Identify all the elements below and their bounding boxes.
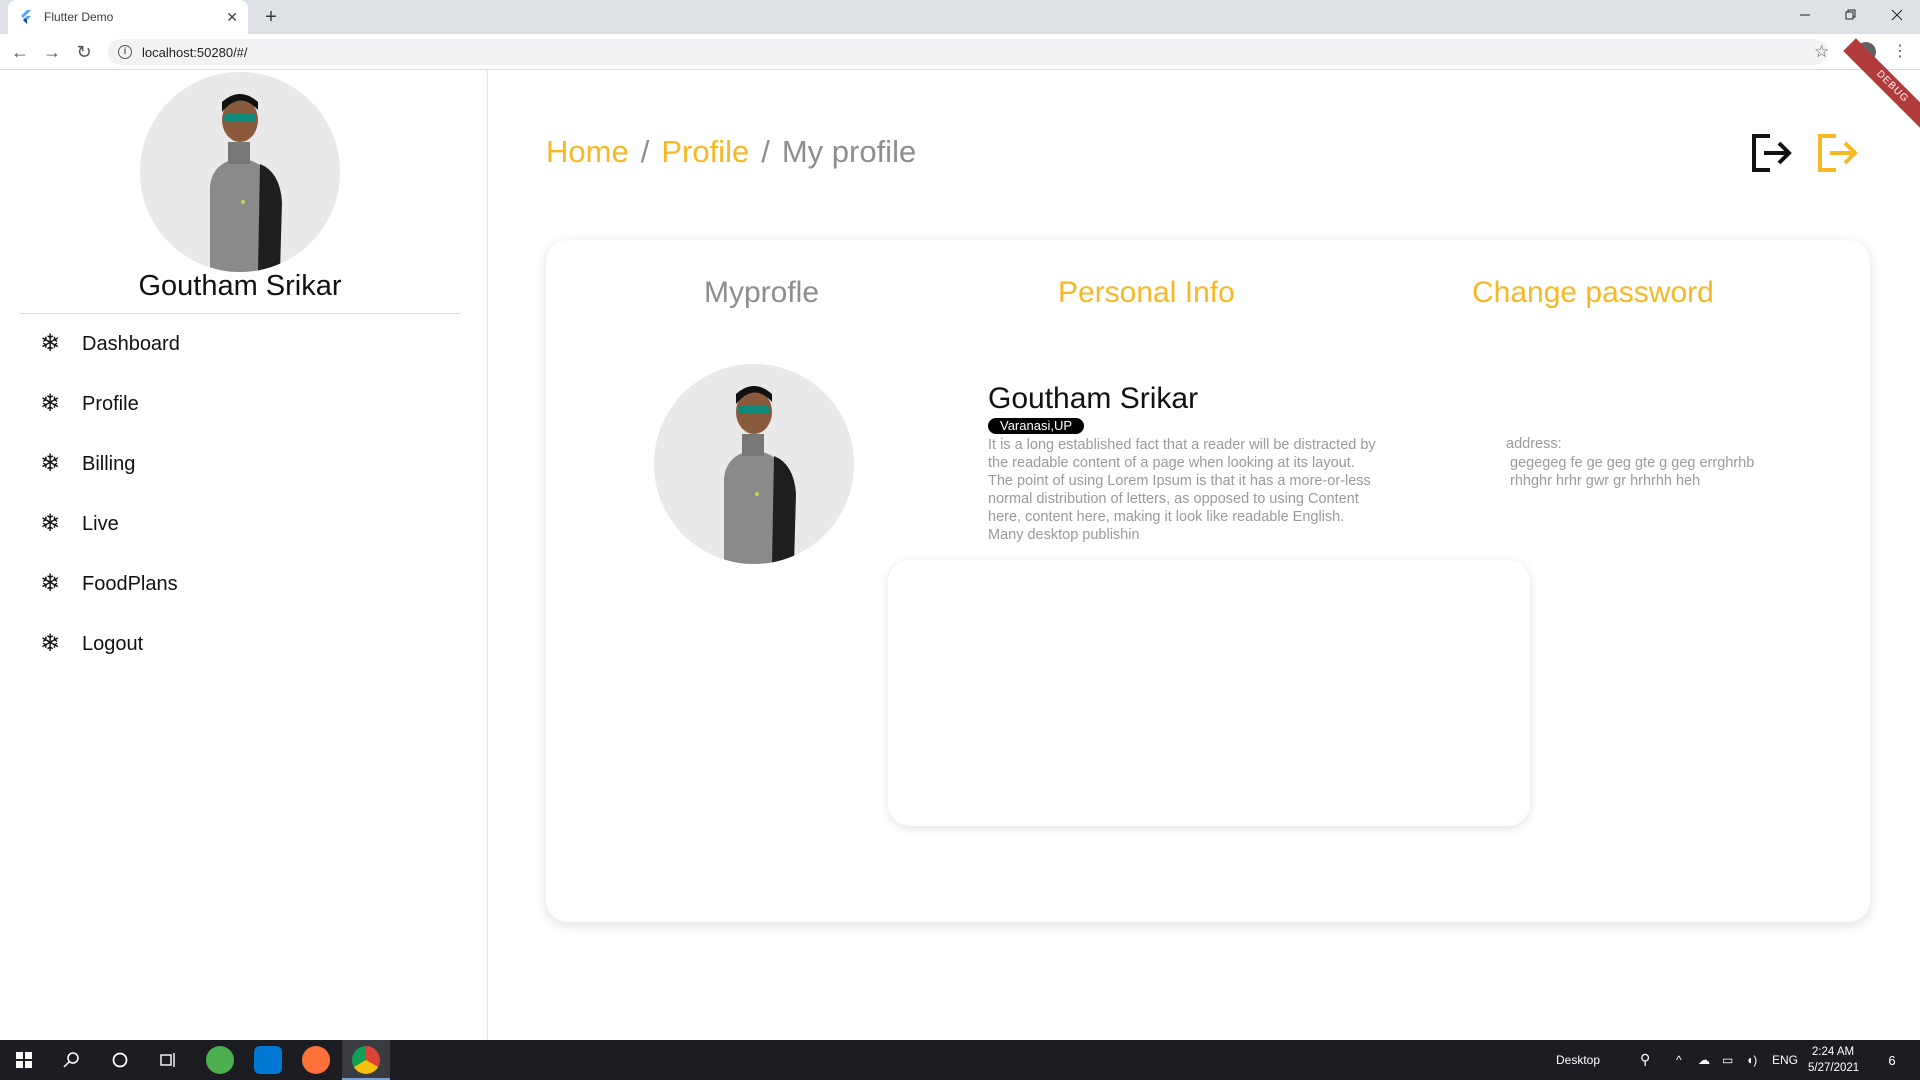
profile-name: Goutham Srikar — [988, 382, 1199, 415]
sidebar-item-label: Billing — [82, 452, 136, 475]
address-label: address: — [1506, 436, 1562, 452]
address-bar: ← → ↻ i localhost:50280/#/ ☆ ⋮ — [0, 34, 1920, 70]
avatar — [140, 72, 340, 272]
snowflake-icon: ❄ — [39, 510, 61, 537]
snowflake-icon: ❄ — [39, 630, 61, 657]
new-tab-button[interactable]: + — [260, 6, 282, 28]
chevron-up-icon[interactable]: ^ — [1676, 1053, 1682, 1067]
restore-icon[interactable] — [1828, 0, 1874, 30]
address-value: gegegeg fe ge geg gte g geg errghrhb rhh… — [1510, 455, 1755, 489]
breadcrumb-current: My profile — [781, 134, 917, 169]
sidebar-item-profile[interactable]: ❄ Profile — [38, 384, 139, 424]
onedrive-icon[interactable]: ☁ — [1698, 1053, 1710, 1067]
sidebar-item-label: Live — [82, 512, 119, 535]
snowflake-icon: ❄ — [39, 570, 61, 597]
browser-tab-bar: Flutter Demo ✕ + — [0, 0, 1920, 34]
browser-tab[interactable]: Flutter Demo ✕ — [8, 0, 248, 34]
windows-start-icon[interactable] — [0, 1040, 48, 1080]
sidebar-item-label: Dashboard — [82, 332, 180, 355]
desktop-toolbar-label[interactable]: Desktop — [1556, 1053, 1600, 1067]
sidebar-item-dashboard[interactable]: ❄ Dashboard — [38, 324, 180, 364]
chrome-icon[interactable] — [352, 1046, 380, 1074]
search-icon[interactable] — [48, 1040, 96, 1080]
profile-bio: It is a long established fact that a rea… — [988, 437, 1376, 543]
profile-avatar — [654, 364, 854, 564]
sidebar-item-logout[interactable]: ❄ Logout — [38, 624, 143, 664]
tab-change-password[interactable]: Change password — [1472, 276, 1714, 310]
notifications-icon[interactable]: 6 — [1868, 1040, 1916, 1080]
minimize-icon[interactable] — [1782, 0, 1828, 30]
clock-date: 5/27/2021 — [1808, 1062, 1860, 1074]
sidebar-item-live[interactable]: ❄ Live — [38, 504, 119, 544]
sidebar-item-label: Profile — [82, 392, 139, 415]
breadcrumb-home[interactable]: Home — [546, 134, 629, 170]
profile-card: Myprofle Personal Info Change password G… — [546, 240, 1870, 922]
url-text: localhost:50280/#/ — [142, 44, 248, 60]
snowflake-icon: ❄ — [39, 450, 61, 477]
clock[interactable]: 2:24 AM 5/27/2021 — [1808, 1044, 1860, 1076]
reload-icon[interactable]: ↻ — [74, 42, 94, 62]
close-tab-icon[interactable]: ✕ — [226, 9, 238, 26]
clock-time: 2:24 AM — [1811, 1046, 1855, 1058]
sidebar: Goutham Srikar ❄ Dashboard ❄ Profile ❄ B… — [0, 70, 488, 1040]
people-icon[interactable]: ⚲ — [1640, 1051, 1650, 1068]
close-window-icon[interactable] — [1874, 0, 1920, 30]
vscode-icon[interactable] — [254, 1046, 282, 1074]
back-icon[interactable]: ← — [10, 42, 30, 62]
person-photo — [654, 364, 854, 564]
volume-icon[interactable]: ◖) — [1746, 1053, 1757, 1067]
forward-icon[interactable]: → — [42, 42, 62, 62]
empty-content-panel — [888, 560, 1530, 826]
language-indicator[interactable]: ENG — [1772, 1053, 1798, 1067]
task-view-icon[interactable] — [144, 1040, 192, 1080]
sidebar-item-billing[interactable]: ❄ Billing — [38, 444, 135, 484]
breadcrumb-separator: / — [640, 134, 650, 169]
divider — [20, 313, 460, 314]
breadcrumb-profile[interactable]: Profile — [661, 134, 749, 170]
browser-menu-icon[interactable]: ⋮ — [1892, 41, 1908, 61]
cortana-icon[interactable] — [96, 1040, 144, 1080]
app-viewport: Goutham Srikar ❄ Dashboard ❄ Profile ❄ B… — [0, 38, 1920, 1040]
sidebar-user-name: Goutham Srikar — [138, 270, 342, 302]
breadcrumb: Home / Profile / My profile — [546, 134, 916, 170]
tab-personal-info[interactable]: Personal Info — [1058, 276, 1235, 310]
notification-count: 6 — [1888, 1052, 1896, 1068]
sidebar-item-foodplans[interactable]: ❄ FoodPlans — [38, 564, 178, 604]
network-icon[interactable]: ▭ — [1722, 1053, 1733, 1067]
site-info-icon[interactable]: i — [118, 45, 132, 59]
utorrent-icon[interactable] — [206, 1046, 234, 1074]
person-photo — [140, 72, 340, 272]
snowflake-icon: ❄ — [39, 330, 61, 357]
bookmark-star-icon[interactable]: ☆ — [1814, 42, 1829, 62]
logout-icon[interactable] — [1748, 130, 1794, 176]
snowflake-icon: ❄ — [39, 390, 61, 417]
sidebar-item-label: Logout — [82, 632, 144, 655]
flutter-icon — [21, 10, 31, 24]
logout-icon[interactable] — [1814, 130, 1860, 176]
tab-myprofile[interactable]: Myprofle — [704, 276, 819, 310]
url-field[interactable]: i localhost:50280/#/ — [108, 39, 1828, 65]
firefox-icon[interactable] — [302, 1046, 330, 1074]
breadcrumb-separator: / — [761, 134, 770, 169]
sidebar-item-label: FoodPlans — [82, 572, 178, 595]
location-badge: Varanasi,UP — [988, 418, 1085, 434]
taskbar: Desktop ⚲ ^ ☁ ▭ ◖) ENG 2:24 AM 5/27/2021… — [0, 1040, 1920, 1080]
tab-title: Flutter Demo — [44, 10, 114, 24]
